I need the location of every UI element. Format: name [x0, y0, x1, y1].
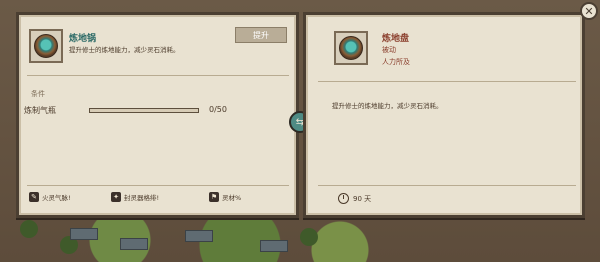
tree — [300, 228, 318, 246]
house-roof — [185, 230, 213, 242]
flag-icon: ⚑ — [209, 192, 219, 202]
bottom-item-3[interactable]: ⚑ 灵材% — [209, 192, 241, 202]
clock-icon — [338, 193, 349, 204]
skill-upgrade-panel: 炼地锅 提升修士的炼地能力，减少灵石消耗。 提升 条件 炼制气瓶 0/50 ✎ … — [16, 12, 299, 218]
skill-info-panel: 炼地盘 被动 人力所及 提升修士的炼地能力，减少灵石消耗。 90 天 — [303, 12, 585, 218]
house-roof — [70, 228, 98, 240]
bottom-item-label: 灵材% — [222, 194, 242, 202]
bottom-item-label: 火灵气脉! — [42, 194, 71, 202]
skill-description: 提升修士的炼地能力，减少灵石消耗。 — [332, 102, 443, 110]
skill-gem-icon — [339, 36, 363, 60]
house-roof — [120, 238, 148, 250]
tree — [20, 220, 38, 238]
requirements-label: 条件 — [31, 90, 45, 98]
bottom-item-label: 封灵器格绯! — [124, 194, 160, 202]
skill-range: 人力所及 — [382, 58, 410, 66]
skill-gem-icon — [34, 34, 58, 58]
requirement-name: 炼制气瓶 — [24, 106, 56, 115]
close-icon[interactable]: ✕ — [580, 2, 598, 20]
skill-title: 炼地盘 — [382, 34, 410, 44]
skill-portrait — [334, 31, 368, 65]
duration-text: 90 天 — [353, 194, 372, 203]
bottom-item-2[interactable]: ✦ 封灵器格绯! — [111, 192, 159, 202]
skill-description: 提升修士的炼地能力，减少灵石消耗。 — [69, 46, 180, 54]
skill-portrait — [29, 29, 63, 63]
bottom-item-1[interactable]: ✎ 火灵气脉! — [29, 192, 71, 202]
requirement-progress-text: 0/50 — [209, 105, 227, 114]
divider — [318, 81, 576, 82]
duration: 90 天 — [338, 193, 371, 204]
divider — [318, 185, 576, 186]
pen-icon: ✎ — [29, 192, 39, 202]
skill-title: 炼地锅 — [69, 34, 97, 44]
house-roof — [260, 240, 288, 252]
upgrade-button[interactable]: 提升 — [235, 27, 287, 43]
divider — [27, 75, 289, 76]
requirement-progress-bar — [89, 108, 199, 113]
divider — [27, 185, 289, 186]
fire-icon: ✦ — [111, 192, 121, 202]
skill-type: 被动 — [382, 46, 396, 54]
